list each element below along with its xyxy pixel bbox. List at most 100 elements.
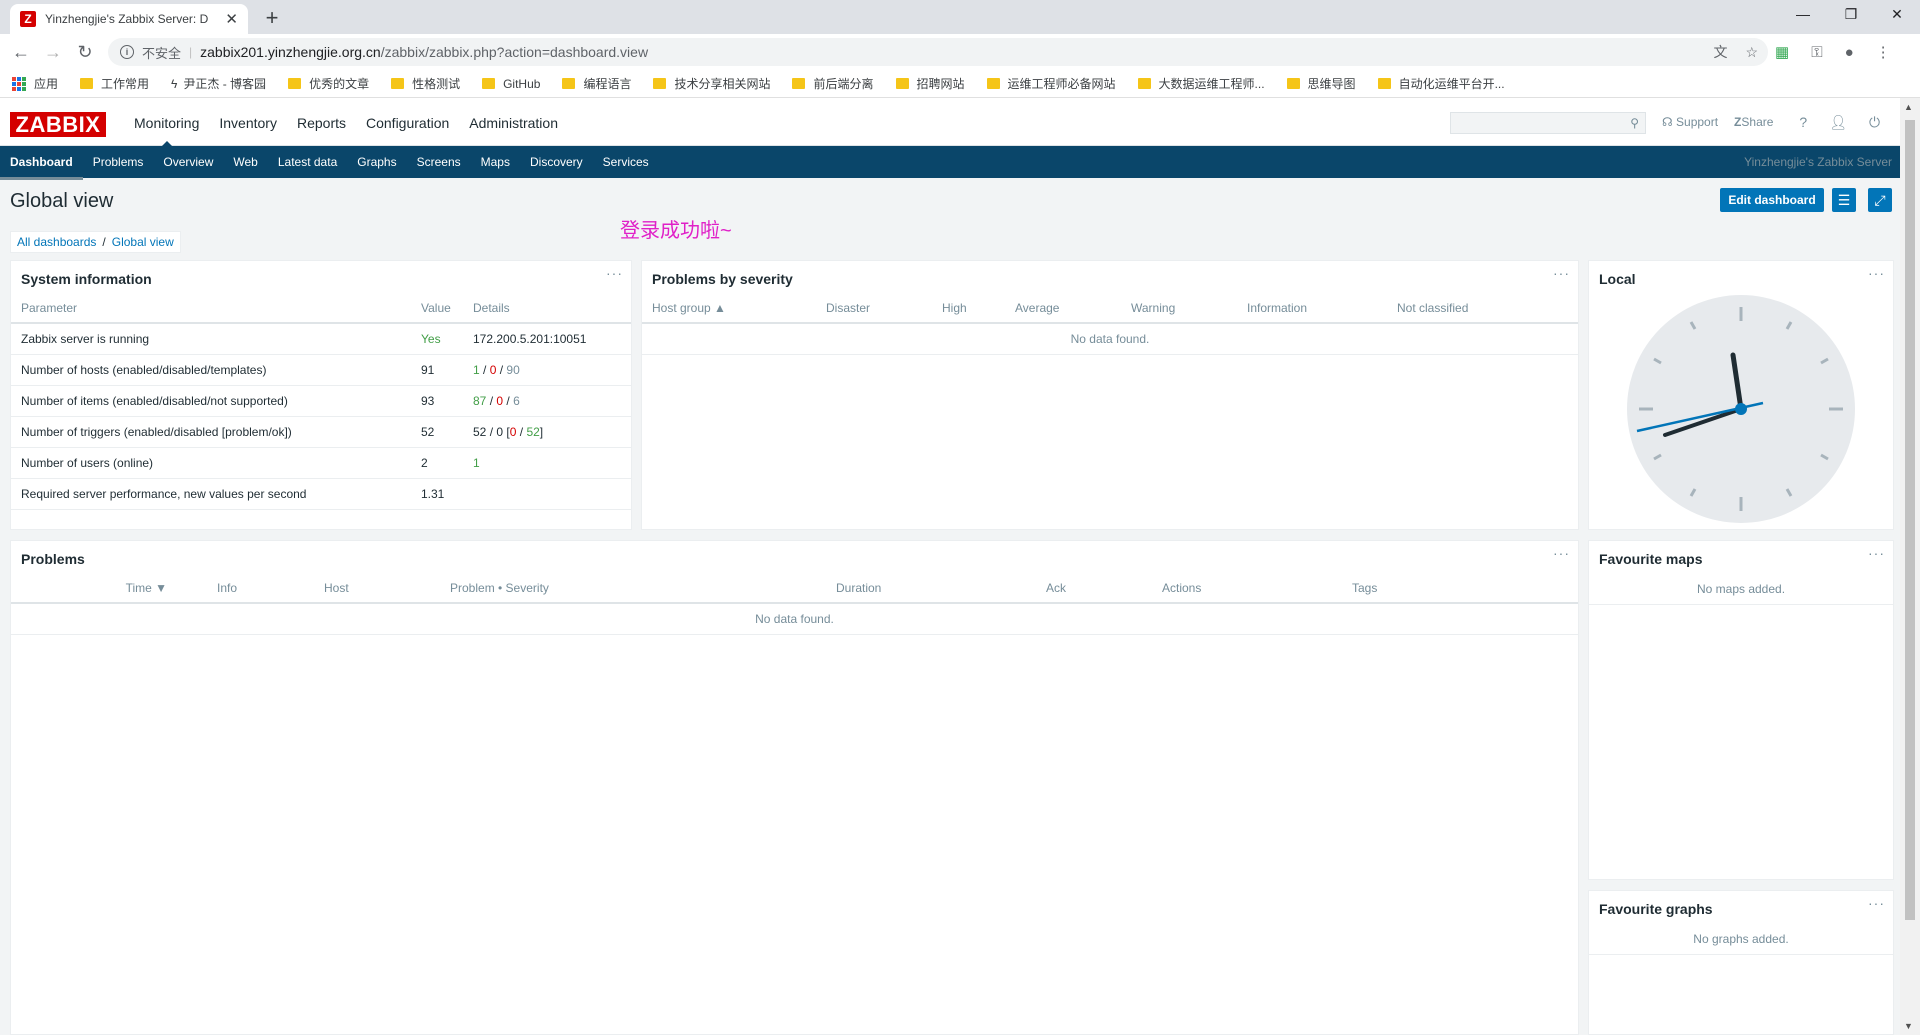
omnibox-icons: 文 ☆ (1713, 38, 1758, 66)
value-cell: 2 (411, 447, 463, 479)
share-label: Share (1741, 115, 1774, 129)
account-icon[interactable]: ● (1845, 44, 1854, 61)
submenu-services[interactable]: Services (593, 146, 659, 178)
submenu-graphs[interactable]: Graphs (347, 146, 406, 178)
support-label: Support (1676, 115, 1719, 129)
disabled-count: 0 (496, 424, 504, 439)
page-scrollbar[interactable]: ▲ ▼ (1900, 98, 1920, 1035)
zabbix-favicon-icon: Z (20, 11, 36, 27)
submenu-dashboard[interactable]: Dashboard (0, 148, 83, 180)
submenu-discovery[interactable]: Discovery (520, 146, 593, 178)
edit-dashboard-button[interactable]: Edit dashboard (1720, 188, 1824, 212)
widget-menu-icon[interactable]: ··· (1868, 265, 1885, 281)
browser-toolbar: ← → ↻ i 不安全 | zabbix201.yinzhengjie.org.… (0, 34, 1920, 70)
bookmark-item[interactable]: 思维导图 (1286, 75, 1356, 92)
more-menu-icon[interactable]: ⋮ (1876, 43, 1891, 61)
browser-tab[interactable]: Z Yinzhengjie's Zabbix Server: D ✕ (10, 4, 248, 34)
widget-menu-icon[interactable]: ··· (1553, 265, 1570, 281)
bookmark-star-icon[interactable]: ☆ (1745, 44, 1758, 61)
bookmark-item[interactable]: 运维工程师必备网站 (986, 75, 1116, 92)
info-icon[interactable]: i (120, 45, 134, 59)
scrollbar-thumb[interactable] (1905, 120, 1915, 920)
browser-tabstrip: Z Yinzhengjie's Zabbix Server: D ✕ + — ❐… (0, 0, 1920, 34)
support-link[interactable]: ☊ Support (1662, 115, 1718, 129)
submenu-problems[interactable]: Problems (83, 146, 154, 178)
widget-menu-icon[interactable]: ··· (1868, 895, 1885, 911)
menu-configuration[interactable]: Configuration (356, 98, 459, 146)
no-data-cell: No data found. (642, 323, 1578, 355)
col-time[interactable]: Time ▼ (11, 573, 167, 604)
col-host-group[interactable]: Host group ▲ (642, 293, 816, 324)
user-profile-icon[interactable]: 👤︎ (1829, 114, 1847, 131)
restore-icon[interactable]: ❐ (1828, 0, 1874, 28)
col-disaster: Disaster (816, 293, 932, 324)
search-input[interactable] (1451, 113, 1621, 133)
back-arrow-icon[interactable]: ← (8, 40, 34, 64)
zabbix-logo[interactable]: ZABBIX (10, 112, 106, 137)
analog-clock (1627, 295, 1855, 523)
key-icon[interactable]: ⚿ (1811, 44, 1822, 61)
extension-icon[interactable]: ▦ (1775, 43, 1789, 61)
widget-menu-icon[interactable]: ··· (1553, 545, 1570, 561)
no-data-cell: No data found. (11, 603, 1578, 635)
details-cell: 87 / 0 / 6 (463, 385, 631, 417)
bookmark-item[interactable]: 技术分享相关网站 (653, 75, 770, 92)
menu-monitoring[interactable]: Monitoring (124, 98, 209, 147)
bookmark-item[interactable]: 编程语言 (562, 75, 631, 92)
reload-icon[interactable]: ↻ (72, 40, 98, 64)
bookmark-item[interactable]: 自动化运维平台开... (1377, 75, 1505, 92)
bookmark-item[interactable]: 优秀的文章 (288, 75, 369, 92)
bookmark-label: 优秀的文章 (309, 77, 370, 91)
breadcrumb-all-dashboards[interactable]: All dashboards (17, 235, 96, 249)
folder-icon (80, 78, 94, 89)
menu-reports[interactable]: Reports (287, 98, 356, 146)
fullscreen-icon[interactable]: ⤢ (1868, 188, 1892, 212)
menu-inventory[interactable]: Inventory (209, 98, 287, 146)
widget-menu-icon[interactable]: ··· (1868, 545, 1885, 561)
bookmark-item[interactable]: 性格测试 (391, 75, 460, 92)
scroll-up-arrow-icon[interactable]: ▲ (1904, 102, 1913, 112)
templates-count: 90 (506, 362, 520, 377)
details-cell: 52 / 0 [0 / 52] (463, 416, 631, 448)
minimize-icon[interactable]: — (1780, 0, 1826, 28)
widget-menu-icon[interactable]: ··· (606, 265, 623, 281)
bookmark-item[interactable]: 大数据运维工程师... (1137, 75, 1265, 92)
bookmark-item[interactable]: 前后端分离 (792, 75, 874, 92)
problem-count: 0 (509, 424, 517, 439)
translate-icon[interactable]: 文 (1713, 42, 1727, 62)
favourite-graphs-widget: Favourite graphs ··· No graphs added. (1588, 890, 1894, 1035)
address-bar[interactable]: i 不安全 | zabbix201.yinzhengjie.org.cn/zab… (108, 38, 1768, 66)
ok-count: 52 (526, 424, 540, 439)
folder-icon (986, 78, 1000, 89)
bookmark-item[interactable]: 应用 (12, 75, 58, 92)
breadcrumb-global-view[interactable]: Global view (112, 235, 174, 249)
dashboard-list-icon[interactable]: ☰ (1832, 188, 1856, 212)
bookmark-item[interactable]: ϟ 尹正杰 - 博客园 (171, 75, 266, 92)
submenu-web[interactable]: Web (223, 146, 267, 178)
sign-out-power-icon[interactable]: ⏻ (1869, 114, 1880, 131)
bookmark-label: 前后端分离 (813, 77, 874, 91)
param-cell: Required server performance, new values … (11, 478, 411, 510)
help-icon[interactable]: ? (1799, 114, 1807, 130)
clock-center (1735, 403, 1747, 415)
submenu-overview[interactable]: Overview (153, 146, 223, 178)
tab-close-icon[interactable]: ✕ (225, 10, 238, 28)
forward-arrow-icon[interactable]: → (40, 40, 66, 64)
scroll-down-arrow-icon[interactable]: ▼ (1904, 1021, 1913, 1031)
bookmark-item[interactable]: 招聘网站 (895, 75, 965, 92)
submenu-screens[interactable]: Screens (407, 146, 471, 178)
param-cell: Number of triggers (enabled/disabled [pr… (11, 416, 411, 448)
menu-administration[interactable]: Administration (459, 98, 568, 146)
window-close-icon[interactable]: ✕ (1874, 0, 1920, 28)
col-details: Details (463, 293, 631, 324)
headset-icon: ☊ (1662, 115, 1673, 129)
url-host: zabbix201.yinzhengjie.org.cn (200, 44, 381, 60)
share-link[interactable]: ZShare (1734, 115, 1773, 129)
bookmark-item[interactable]: 工作常用 (80, 75, 149, 92)
submenu-latest-data[interactable]: Latest data (268, 146, 347, 178)
enabled-count: 87 (473, 393, 487, 408)
search-icon[interactable]: ⚲ (1630, 116, 1639, 130)
bookmark-item[interactable]: GitHub (482, 77, 540, 91)
submenu-maps[interactable]: Maps (471, 146, 520, 178)
new-tab-plus-icon[interactable]: + (258, 4, 286, 32)
